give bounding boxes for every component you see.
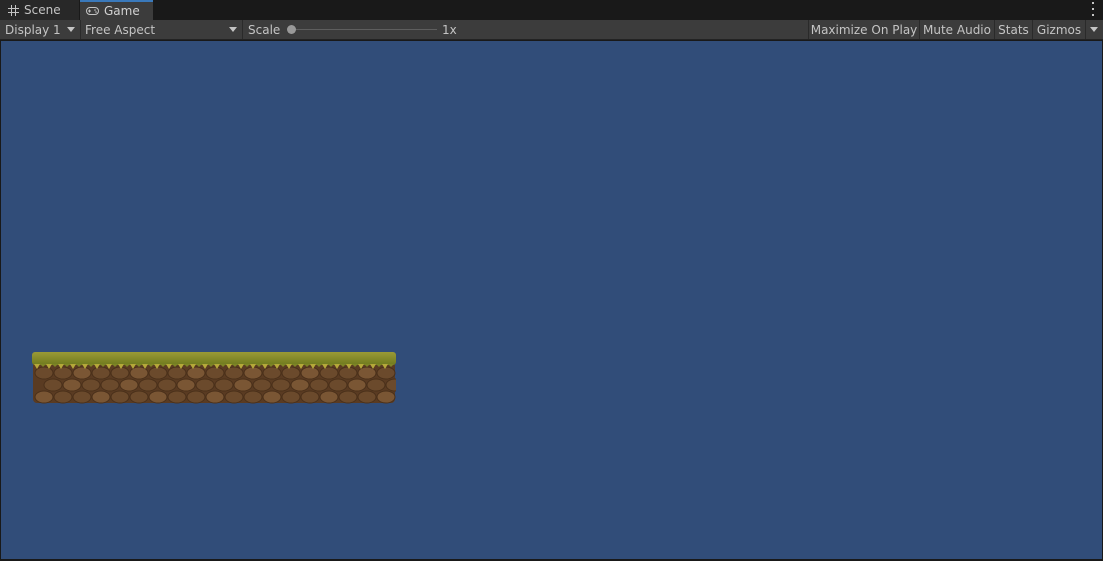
display-dropdown[interactable]: Display 1 xyxy=(0,20,81,39)
gizmos-toggle[interactable]: Gizmos xyxy=(1032,20,1085,39)
dirt-stones xyxy=(34,366,396,404)
game-toolbar: Display 1 Free Aspect Scale 1x Maximize … xyxy=(0,20,1103,40)
mute-audio-toggle[interactable]: Mute Audio xyxy=(919,20,994,39)
game-viewport[interactable] xyxy=(1,41,1102,559)
more-options-icon[interactable] xyxy=(1091,2,1095,16)
maximize-on-play-toggle[interactable]: Maximize On Play xyxy=(808,20,919,39)
gizmos-dropdown[interactable] xyxy=(1085,20,1103,39)
tab-bar: Scene Game xyxy=(0,0,1103,20)
tab-scene-label: Scene xyxy=(24,3,61,17)
tab-scene[interactable]: Scene xyxy=(0,0,79,20)
grid-icon xyxy=(8,4,19,16)
scale-slider-track xyxy=(291,29,437,30)
scale-slider-thumb[interactable] xyxy=(287,25,296,34)
gamepad-icon xyxy=(86,7,99,15)
chevron-down-icon xyxy=(67,27,75,32)
scale-label: Scale xyxy=(248,22,281,37)
aspect-dropdown-label: Free Aspect xyxy=(85,22,156,37)
grass-dirt-platform xyxy=(32,352,396,404)
chevron-down-icon xyxy=(1090,27,1098,32)
game-window: Scene Game Display 1 Free Aspect Scale 1… xyxy=(0,0,1103,561)
display-dropdown-label: Display 1 xyxy=(5,22,61,37)
scale-slider[interactable] xyxy=(287,20,437,39)
tab-game[interactable]: Game xyxy=(80,0,153,20)
chevron-down-icon xyxy=(229,27,237,32)
scale-value: 1x xyxy=(442,22,457,37)
aspect-dropdown[interactable]: Free Aspect xyxy=(81,20,243,39)
tab-game-label: Game xyxy=(104,4,140,18)
stats-toggle[interactable]: Stats xyxy=(994,20,1032,39)
